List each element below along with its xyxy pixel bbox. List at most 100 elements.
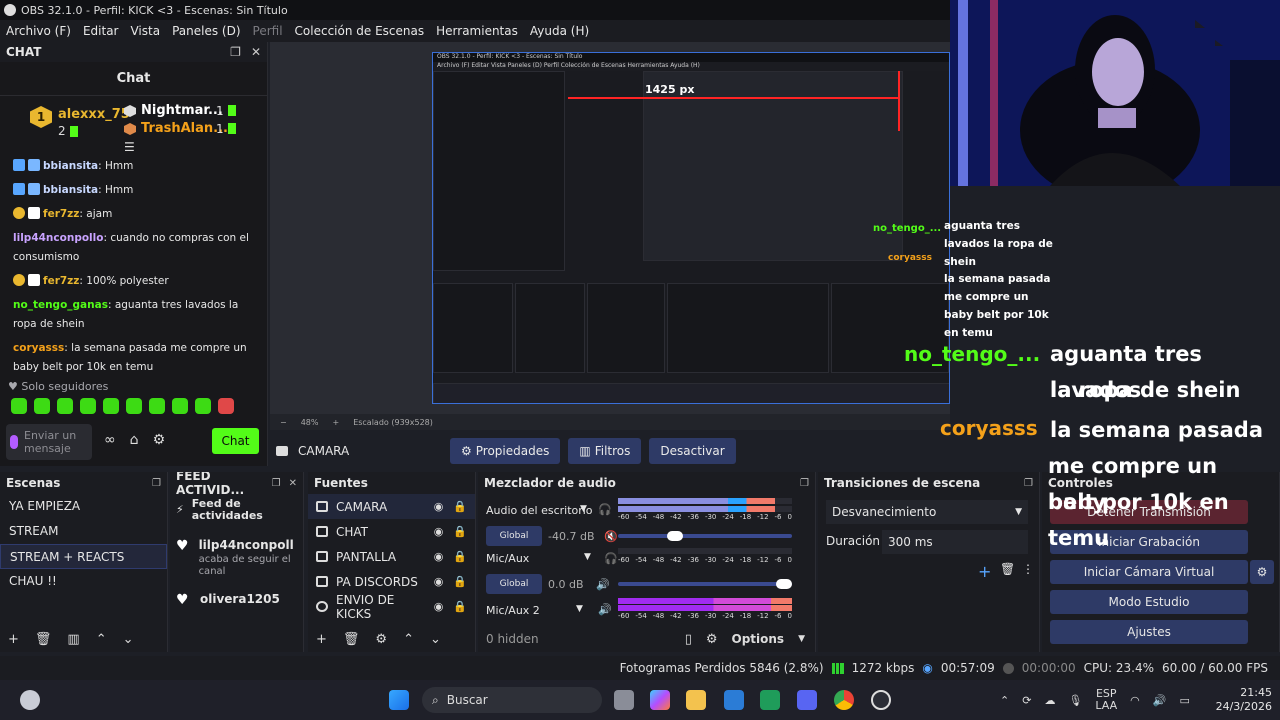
volume-knob[interactable] <box>667 531 684 541</box>
filters-button[interactable]: ▥ Filtros <box>568 438 642 464</box>
chat-username[interactable]: no_tengo_ganas <box>13 299 108 311</box>
battery-icon[interactable]: ▭ <box>1179 694 1189 707</box>
eye-icon[interactable]: ◉ <box>434 500 444 513</box>
expand-icon[interactable]: ☰ <box>124 140 135 154</box>
start-recording-button[interactable]: Iniciar Grabación <box>1050 530 1248 554</box>
trash-icon[interactable]: 🗑 <box>343 632 360 647</box>
eye-icon[interactable]: ◉ <box>434 600 444 613</box>
emote-icon[interactable] <box>57 398 73 414</box>
deactivate-button[interactable]: Desactivar <box>649 438 736 464</box>
advanced-audio-icon[interactable]: ⚙ <box>706 632 718 647</box>
sync-icon[interactable]: ⟳ <box>1022 694 1031 707</box>
menu-archivo[interactable]: Archivo (F) <box>0 24 77 38</box>
menu-coleccion-escenas[interactable]: Colección de Escenas <box>289 24 431 38</box>
file-explorer-icon[interactable] <box>686 690 706 710</box>
chat-username[interactable]: fer7zz <box>43 275 79 287</box>
emote-icon[interactable] <box>11 398 27 414</box>
task-view-icon[interactable] <box>614 690 634 710</box>
volume-slider[interactable] <box>618 579 792 589</box>
chat-username[interactable]: fer7zz <box>43 208 79 220</box>
discord-icon[interactable] <box>797 690 817 710</box>
layout-icon[interactable]: ▯ <box>685 632 692 647</box>
settings-button[interactable]: Ajustes <box>1050 620 1248 644</box>
menu-herramientas[interactable]: Herramientas <box>430 24 524 38</box>
menu-vista[interactable]: Vista <box>124 24 166 38</box>
wifi-icon[interactable]: ◠ <box>1130 694 1140 707</box>
float-icon[interactable]: ❐ <box>230 45 241 59</box>
emote-icon[interactable] <box>195 398 211 414</box>
microphone-icon[interactable]: 🎙 <box>1068 694 1082 707</box>
transition-select[interactable]: Desvanecimiento ▼ <box>826 500 1028 524</box>
chat-send-button[interactable]: Chat <box>212 428 259 454</box>
weather-icon[interactable] <box>20 690 40 710</box>
dropdown-arrow-icon[interactable]: ▼ <box>580 504 587 514</box>
settings-icon[interactable]: ⚙ <box>153 432 166 448</box>
trash-icon[interactable]: 🗑 <box>1000 562 1015 576</box>
emote-icon[interactable] <box>218 398 234 414</box>
source-item[interactable]: CHAT ◉ 🔒 <box>308 519 475 544</box>
emote-icon[interactable] <box>103 398 119 414</box>
chat-username[interactable]: bbiansita <box>43 160 98 172</box>
dropdown-arrow-icon[interactable]: ▼ <box>798 634 805 644</box>
taskbar-search[interactable]: ⌕ Buscar <box>422 687 602 713</box>
source-item[interactable]: CAMARA ◉ 🔒 <box>308 494 475 519</box>
chevron-up-icon[interactable]: ⌃ <box>96 632 107 647</box>
emote-picker-icon[interactable]: ∞ <box>104 432 116 448</box>
chevron-up-icon[interactable]: ⌃ <box>403 632 414 647</box>
menu-paneles[interactable]: Paneles (D) <box>166 24 246 38</box>
lock-icon[interactable]: 🔒 <box>453 575 467 588</box>
obs-taskbar-icon[interactable] <box>871 690 891 710</box>
global-button[interactable]: Global <box>486 526 542 546</box>
virtual-camera-settings-icon[interactable]: ⚙ <box>1250 560 1274 584</box>
lock-icon[interactable]: 🔒 <box>453 600 467 613</box>
leaderboard-first-name[interactable]: alexxx_75 <box>58 107 130 122</box>
gear-icon[interactable]: ⚙ <box>375 632 387 647</box>
emote-icon[interactable] <box>172 398 188 414</box>
feed-item-name[interactable]: olivera1205 <box>200 592 280 606</box>
lock-icon[interactable]: 🔒 <box>453 500 467 513</box>
close-icon[interactable]: ✕ <box>289 478 297 489</box>
emote-icon[interactable] <box>34 398 50 414</box>
source-item[interactable]: PANTALLA ◉ 🔒 <box>308 544 475 569</box>
zoom-out-icon[interactable]: − <box>280 418 287 427</box>
headphones-icon[interactable]: 🎧 <box>604 552 618 565</box>
add-icon[interactable]: + <box>316 632 327 647</box>
chevron-down-icon[interactable]: ⌄ <box>430 632 441 647</box>
float-icon[interactable]: ❐ <box>800 478 809 489</box>
chrome-icon[interactable] <box>834 690 854 710</box>
speaker-icon[interactable]: 🔊 <box>596 578 610 591</box>
float-icon[interactable]: ❐ <box>1024 478 1033 489</box>
emote-icon[interactable] <box>80 398 96 414</box>
duration-input[interactable]: 300 ms <box>882 530 1028 554</box>
leaderboard-third-name[interactable]: TrashAlan... <box>141 121 228 136</box>
scene-item[interactable]: CHAU !! <box>0 569 167 594</box>
add-icon[interactable]: + <box>978 562 991 581</box>
chevron-down-icon[interactable]: ⌄ <box>123 632 134 647</box>
more-icon[interactable]: ⋮ <box>1022 562 1034 576</box>
filter-icon[interactable]: ▥ <box>67 632 79 647</box>
emote-icon[interactable] <box>126 398 142 414</box>
eye-icon[interactable]: ◉ <box>434 525 444 538</box>
dropdown-arrow-icon[interactable]: ▼ <box>584 552 591 562</box>
muted-speaker-icon[interactable]: 🔇 <box>604 530 618 543</box>
language-indicator[interactable]: ESP LAA <box>1095 688 1117 712</box>
leaderboard-second-name[interactable]: Nightmar... <box>141 103 223 118</box>
source-item[interactable]: ENVIO DE KICKS ◉ 🔒 <box>308 593 475 621</box>
taskbar-clock[interactable]: 21:45 24/3/2026 <box>1216 686 1272 714</box>
cloud-icon[interactable]: ☁ <box>1044 694 1055 707</box>
studio-mode-button[interactable]: Modo Estudio <box>1050 590 1248 614</box>
zoom-in-icon[interactable]: + <box>332 418 339 427</box>
menu-ayuda[interactable]: Ayuda (H) <box>524 24 595 38</box>
float-icon[interactable]: ❐ <box>152 478 161 489</box>
volume-slider[interactable] <box>618 531 792 541</box>
close-icon[interactable]: ✕ <box>251 45 261 59</box>
store-icon[interactable]: ⌂ <box>130 432 139 448</box>
chat-username[interactable]: bbiansita <box>43 184 98 196</box>
word-icon[interactable] <box>724 690 744 710</box>
scene-item-selected[interactable]: STREAM + REACTS <box>0 544 167 569</box>
volume-knob[interactable] <box>776 579 792 589</box>
feed-item-name[interactable]: lilp44nconpoll <box>199 538 297 552</box>
dropdown-arrow-icon[interactable]: ▼ <box>576 604 583 614</box>
volume-icon[interactable]: 🔊 <box>1153 694 1167 707</box>
source-item[interactable]: PA DISCORDS ◉ 🔒 <box>308 569 475 594</box>
